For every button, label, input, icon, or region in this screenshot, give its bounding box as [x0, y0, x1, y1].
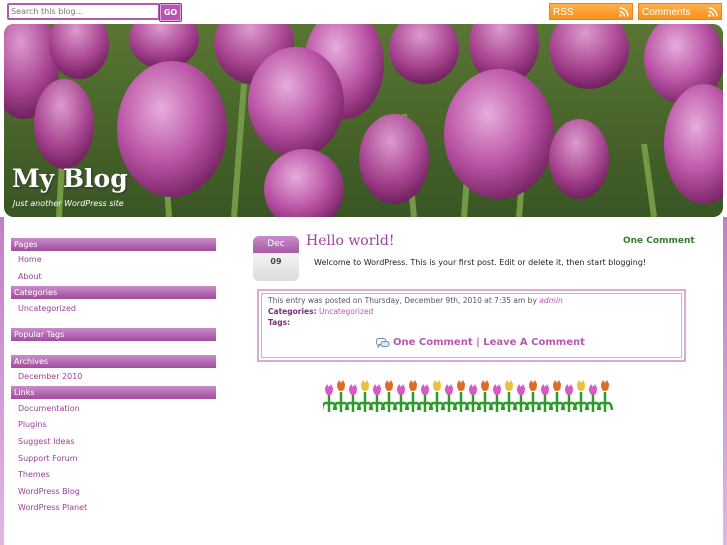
post-category-link[interactable]: Uncategorized — [319, 307, 373, 316]
frame-right-border — [723, 217, 727, 545]
sidebar-item-home[interactable]: Home — [18, 255, 42, 264]
blog-title[interactable]: My Blog — [12, 164, 128, 193]
post-date-badge: Dec 09 — [253, 236, 299, 282]
post-author-link[interactable]: admin — [539, 296, 563, 305]
comments-feed-label: Comments — [642, 7, 691, 18]
sidebar-item-plugins[interactable]: Plugins — [18, 420, 47, 429]
search-input[interactable] — [7, 3, 160, 20]
comment-bubble-icon — [376, 338, 390, 349]
one-comment-link[interactable]: One Comment — [393, 337, 473, 348]
rss-icon — [708, 7, 718, 17]
sidebar-item-wordpress-blog[interactable]: WordPress Blog — [18, 487, 80, 496]
sidebar-heading-archives: Archives — [11, 355, 216, 368]
post-meta-posted: This entry was posted on Thursday, Decem… — [268, 296, 563, 305]
categories-label: Categories: — [268, 307, 317, 316]
sidebar-item-documentation[interactable]: Documentation — [18, 404, 80, 413]
sidebar-heading-pages: Pages — [11, 238, 216, 251]
post-comment-links: One Comment | Leave A Comment — [393, 337, 585, 348]
post-date-month: Dec — [253, 236, 299, 253]
rss-feed-button[interactable]: RSS — [549, 3, 633, 20]
post-meta-tags: Tags: — [268, 318, 290, 327]
post-meta-categories: Categories: Uncategorized — [268, 307, 373, 316]
search-go-button[interactable]: GO — [159, 3, 182, 22]
sidebar-item-support-forum[interactable]: Support Forum — [18, 454, 78, 463]
post-meta-posted-text: This entry was posted on Thursday, Decem… — [268, 296, 537, 305]
frame-left-border — [0, 217, 4, 545]
link-separator: | — [476, 337, 480, 348]
sidebar-item-wordpress-planet[interactable]: WordPress Planet — [18, 503, 87, 512]
rss-label: RSS — [553, 7, 574, 18]
tags-label: Tags: — [268, 318, 291, 327]
rss-icon — [619, 7, 629, 17]
sidebar-heading-links: Links — [11, 386, 216, 399]
top-bar: GO RSS Comments — [0, 0, 727, 24]
sidebar-heading-categories: Categories — [11, 286, 216, 299]
comments-feed-button[interactable]: Comments — [638, 3, 722, 20]
blog-tagline: Just another WordPress site — [13, 199, 124, 208]
tulip-divider-decoration — [323, 380, 614, 412]
post-date-day: 09 — [253, 253, 299, 281]
leave-comment-link[interactable]: Leave A Comment — [483, 337, 585, 348]
sidebar-item-themes[interactable]: Themes — [18, 470, 50, 479]
post-meta-box: This entry was posted on Thursday, Decem… — [257, 289, 686, 362]
sidebar-heading-popular-tags: Popular Tags — [11, 328, 216, 341]
post-title[interactable]: Hello world! — [306, 233, 395, 249]
post-meta-inner-border: This entry was posted on Thursday, Decem… — [261, 293, 682, 358]
sidebar-item-suggest-ideas[interactable]: Suggest Ideas — [18, 437, 75, 446]
post-body: Welcome to WordPress. This is your first… — [314, 258, 647, 267]
post-comments-count-link[interactable]: One Comment — [623, 236, 695, 246]
header-banner: My Blog Just another WordPress site — [4, 24, 723, 217]
sidebar-item-about[interactable]: About — [18, 272, 42, 281]
sidebar-item-uncategorized[interactable]: Uncategorized — [18, 304, 76, 313]
sidebar-item-december-2010[interactable]: December 2010 — [18, 372, 82, 381]
